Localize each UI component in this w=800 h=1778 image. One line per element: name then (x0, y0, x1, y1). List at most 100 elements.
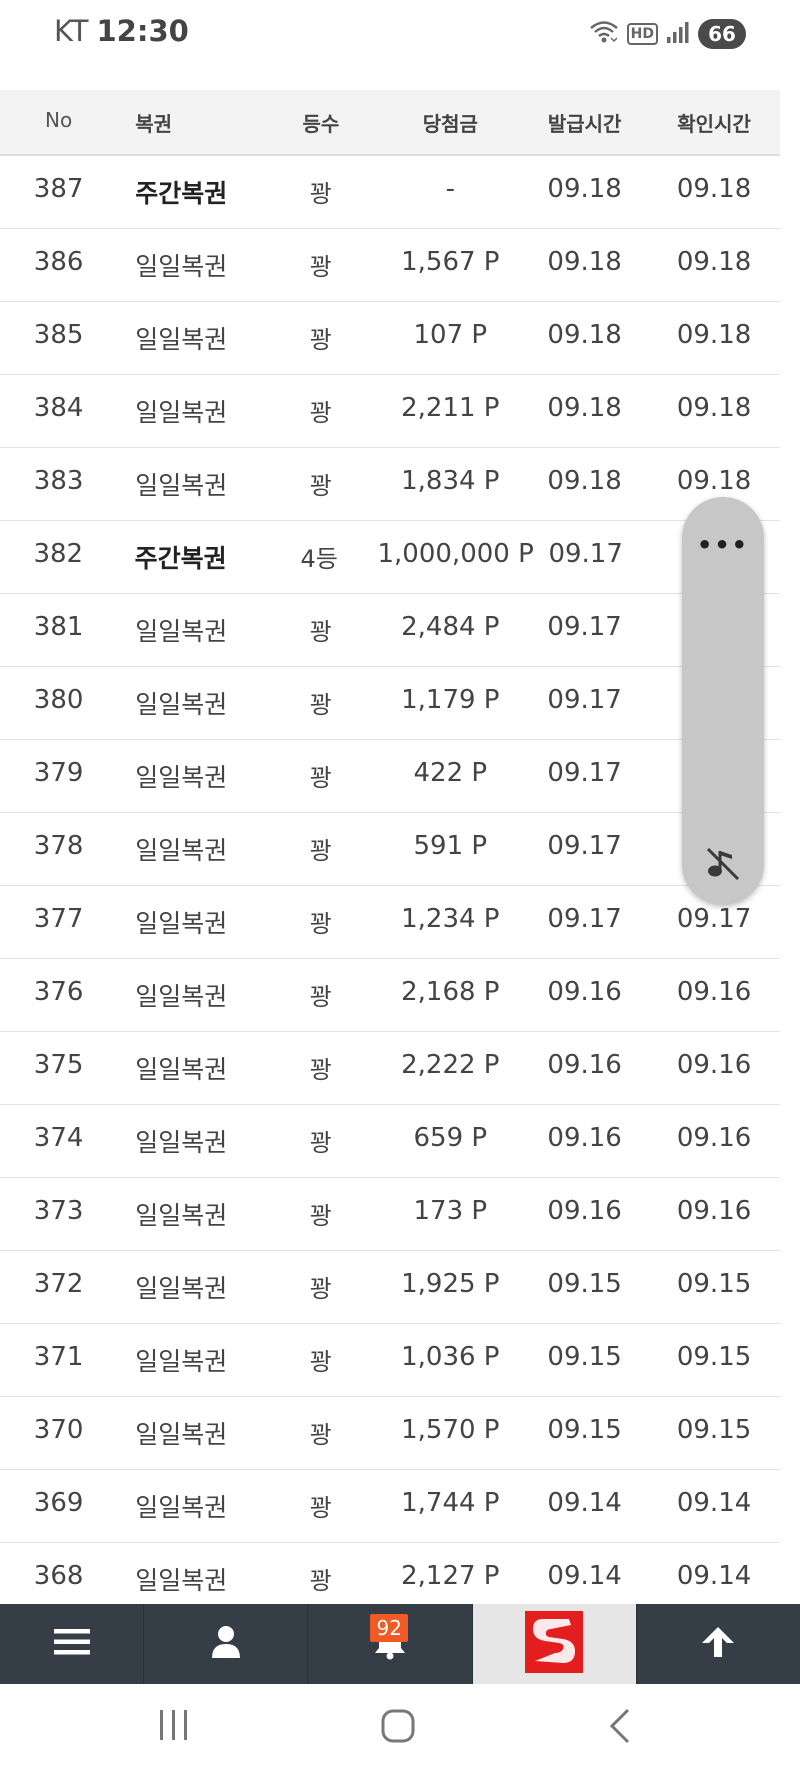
table-row: 375 일일복권 꽝 2,222 P 09.16 09.16 (0, 1032, 780, 1105)
header-no: No (45, 107, 73, 132)
row-no: 379 (33, 758, 84, 788)
row-prize: 1,000,000 P (377, 539, 534, 569)
row-no: 377 (33, 904, 84, 934)
row-rank: 꽝 (309, 472, 332, 500)
row-prize: 2,211 P (401, 393, 500, 423)
table-row: 379일일복권꽝422 P09.170 (0, 740, 780, 813)
site-logo-button[interactable] (472, 1604, 637, 1684)
header-prize: 당첨금 (422, 111, 478, 136)
row-rank: 꽝 (309, 837, 332, 865)
table-row: 385 일일복권 꽝 107 P 09.18 09.18 (0, 302, 780, 375)
table-header: No 복권 등수 당첨금 발급시간 확인시간 (0, 90, 780, 156)
bottom-navigation: 92 (0, 1604, 800, 1684)
row-check-time: 09.17 (676, 904, 752, 934)
table-row: 373 일일복권 꽝 173 P 09.16 09.16 (0, 1178, 780, 1251)
row-no: 381 (33, 612, 84, 642)
recent-apps-icon[interactable] (158, 1708, 190, 1746)
hamburger-menu-icon (53, 1627, 90, 1661)
row-no: 380 (33, 685, 84, 715)
mute-music-icon[interactable] (704, 845, 742, 887)
row-issue-time: 09.14 (547, 1561, 622, 1591)
row-rank: 꽝 (309, 1567, 332, 1595)
wifi-icon (589, 19, 619, 49)
row-prize: 1,179 P (401, 685, 500, 715)
row-rank: 꽝 (309, 399, 332, 427)
row-no: 385 (33, 320, 84, 350)
row-rank: 꽝 (309, 1348, 332, 1376)
row-rank: 꽝 (309, 253, 332, 281)
row-lottery-type: 일일복권 (135, 252, 228, 281)
row-lottery-type: 일일복권 (135, 763, 228, 792)
row-no: 383 (33, 466, 84, 496)
row-issue-time: 09.18 (547, 466, 622, 496)
row-rank: 꽝 (309, 983, 332, 1011)
row-check-time: 09.18 (676, 174, 752, 204)
row-no: 369 (33, 1488, 84, 1518)
row-issue-time: 09.16 (547, 1050, 622, 1080)
row-no: 374 (33, 1123, 84, 1153)
notifications-button[interactable]: 92 (308, 1604, 473, 1684)
row-issue-time: 09.18 (547, 247, 622, 277)
row-rank: 꽝 (309, 1129, 332, 1157)
row-lottery-type: 일일복권 (135, 909, 228, 938)
table-row: 387 주간복권 꽝 - 09.18 09.18 (0, 156, 780, 229)
row-rank: 꽝 (309, 1056, 332, 1084)
header-rank: 등수 (302, 111, 340, 136)
row-check-time: 09.18 (676, 320, 752, 350)
table-row: 376 일일복권 꽝 2,168 P 09.16 09.16 (0, 959, 780, 1032)
row-issue-time: 09.16 (547, 1123, 622, 1153)
table-row: 384 일일복권 꽝 2,211 P 09.18 09.18 (0, 375, 780, 448)
row-check-time: 09.16 (676, 1050, 752, 1080)
row-issue-time: 09.18 (547, 393, 622, 423)
table-row: 372 일일복권 꽝 1,925 P 09.15 09.15 (0, 1251, 780, 1324)
row-no: 378 (33, 831, 84, 861)
table-row: 383 일일복권 꽝 1,834 P 09.18 09.18 (0, 448, 780, 521)
row-issue-time: 09.17 (548, 539, 623, 569)
row-prize: 1,925 P (401, 1269, 500, 1299)
row-no: 387 (33, 174, 84, 204)
more-icon[interactable]: ••• (682, 531, 764, 559)
row-rank: 꽝 (309, 180, 332, 208)
row-lottery-type: 일일복권 (135, 325, 228, 354)
row-no: 371 (33, 1342, 84, 1372)
back-icon[interactable] (608, 1708, 632, 1748)
row-lottery-type: 일일복권 (135, 1347, 228, 1376)
table-row: 374 일일복권 꽝 659 P 09.16 09.16 (0, 1105, 780, 1178)
row-check-time: 09.16 (676, 1123, 752, 1153)
row-check-time: 09.16 (676, 977, 752, 1007)
row-check-time: 09.18 (676, 393, 752, 423)
row-check-time: 09.15 (676, 1342, 752, 1372)
row-prize: 1,036 P (401, 1342, 500, 1372)
row-rank: 꽝 (309, 1494, 332, 1522)
row-lottery-type: 주간복권 (134, 544, 227, 573)
home-icon[interactable] (380, 1708, 416, 1748)
row-rank: 꽝 (309, 1202, 332, 1230)
battery-icon: 66 (698, 19, 746, 49)
row-issue-time: 09.16 (547, 977, 622, 1007)
floating-media-widget[interactable]: ••• (682, 497, 764, 905)
row-prize: 1,570 P (401, 1415, 500, 1445)
row-rank: 꽝 (309, 764, 332, 792)
row-check-time: 09.16 (676, 1196, 752, 1226)
row-issue-time: 09.17 (547, 612, 622, 642)
row-lottery-type: 일일복권 (135, 398, 228, 427)
row-no: 372 (33, 1269, 84, 1299)
table-row: 381일일복권꽝2,484 P09.170 (0, 594, 780, 667)
row-prize: 659 P (413, 1123, 488, 1153)
row-prize: 2,484 P (401, 612, 500, 642)
row-no: 386 (33, 247, 84, 277)
row-issue-time: 09.14 (547, 1488, 622, 1518)
row-rank: 꽝 (309, 618, 332, 646)
clock: 12:30 (96, 14, 189, 48)
row-prize: 1,234 P (401, 904, 500, 934)
row-issue-time: 09.18 (547, 320, 622, 350)
profile-button[interactable] (144, 1604, 309, 1684)
row-rank: 꽝 (309, 691, 332, 719)
row-no: 375 (33, 1050, 84, 1080)
row-no: 382 (33, 539, 84, 569)
lottery-history-table: No 복권 등수 당첨금 발급시간 확인시간 387 주간복권 꽝 -09.18 09.… (0, 90, 780, 1616)
scroll-top-button[interactable] (637, 1604, 800, 1684)
row-no: 368 (33, 1561, 84, 1591)
menu-button[interactable] (0, 1604, 145, 1684)
row-lottery-type: 일일복권 (135, 836, 228, 865)
